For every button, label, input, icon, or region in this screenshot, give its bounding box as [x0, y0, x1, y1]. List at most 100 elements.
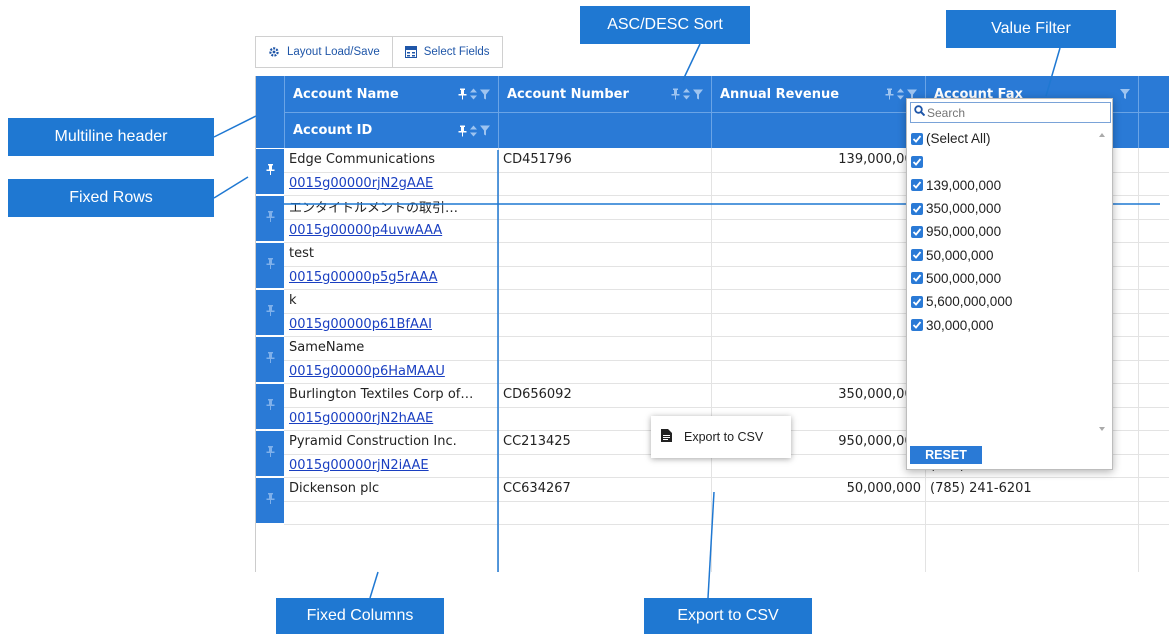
cell-account-name: test: [285, 242, 498, 266]
filter-option[interactable]: 5,600,000,000: [911, 290, 1091, 313]
filter-search-input[interactable]: [927, 105, 1107, 120]
cell-account-id-text[interactable]: 0015g00000p6HaMAAU: [289, 364, 445, 379]
cell-account-name-text: Edge Communications: [289, 152, 436, 168]
cell-account-number: CD451796: [499, 148, 711, 172]
row-pin-button[interactable]: [256, 431, 284, 476]
checkbox-icon[interactable]: [911, 179, 923, 192]
row-pin-button[interactable]: [256, 196, 284, 241]
cell-account-number: CC634267: [499, 477, 711, 501]
row-pin-button[interactable]: [256, 149, 284, 194]
pin-icon[interactable]: [671, 88, 680, 100]
cell-account-id-text[interactable]: 0015g00000rjN2gAAE: [289, 176, 433, 191]
cell-account-name: エンタイトルメントの取引…: [285, 195, 498, 219]
cell-account-number: [499, 289, 711, 313]
filter-option[interactable]: (Select All): [911, 127, 1091, 150]
sort-icon[interactable]: [470, 88, 477, 100]
row-pin-button[interactable]: [256, 243, 284, 288]
row-pin-button[interactable]: [256, 384, 284, 429]
select-fields-button[interactable]: Select Fields: [391, 37, 502, 67]
grid-toolbar: Layout Load/Save Select Fields: [255, 36, 503, 68]
checkbox-icon[interactable]: [911, 132, 923, 145]
header-account-name-label: Account Name: [293, 86, 399, 102]
cell-account-id[interactable]: 0015g00000rjN2gAAE: [285, 172, 498, 196]
cell-account-id[interactable]: 0015g00000rjN2hAAE: [285, 407, 498, 431]
cell-annual-revenue: [712, 289, 925, 313]
sort-icon[interactable]: [897, 88, 904, 100]
filter-option[interactable]: 30,000,000: [911, 313, 1091, 336]
cell-account-name: SameName: [285, 336, 498, 360]
checkbox-icon[interactable]: [911, 249, 923, 262]
callout-fixed-columns: Fixed Columns: [276, 598, 444, 634]
cell-account-name-text: test: [289, 246, 314, 262]
cell-account-number-text: CC213425: [503, 434, 571, 450]
export-context-menu: Export to CSV: [651, 416, 791, 458]
filter-icon[interactable]: [480, 89, 490, 99]
sort-icon[interactable]: [470, 125, 477, 136]
row-pin-button[interactable]: [256, 337, 284, 382]
checkbox-icon[interactable]: [911, 155, 923, 168]
cell-account-name: Edge Communications: [285, 148, 498, 172]
filter-option-label: (Select All): [926, 131, 991, 147]
row-divider: [284, 500, 1169, 502]
filter-search-box: [910, 102, 1111, 123]
cell-account-name-text: Burlington Textiles Corp of…: [289, 387, 474, 403]
header-account-number-label: Account Number: [507, 86, 629, 102]
column-divider: [498, 148, 499, 572]
filter-option[interactable]: 139,000,000: [911, 174, 1091, 197]
header-account-name[interactable]: Account Name: [285, 76, 498, 112]
cell-account-name-text: Dickenson plc: [289, 481, 380, 497]
pin-icon[interactable]: [458, 88, 467, 100]
cell-account-id[interactable]: 0015g00000p61BfAAI: [285, 313, 498, 337]
filter-option[interactable]: 350,000,000: [911, 197, 1091, 220]
filter-option-label: 350,000,000: [926, 201, 1002, 217]
pin-icon: [266, 446, 275, 461]
layout-load-save-button[interactable]: Layout Load/Save: [256, 37, 392, 67]
cell-account-id[interactable]: 0015g00000p4uvwAAA: [285, 219, 498, 243]
header-account-id[interactable]: Account ID: [285, 113, 498, 148]
filter-option[interactable]: 500,000,000: [911, 267, 1091, 290]
cell-account-id[interactable]: 0015g00000p6HaMAAU: [285, 360, 498, 384]
column-divider: [1138, 148, 1139, 572]
cell-account-id[interactable]: [285, 501, 498, 525]
cell-account-id-text[interactable]: 0015g00000p4uvwAAA: [289, 223, 442, 238]
row-pin-button[interactable]: [256, 478, 284, 523]
cell-account-name: Dickenson plc: [285, 477, 498, 501]
checkbox-icon[interactable]: [911, 295, 923, 308]
header-account-number[interactable]: Account Number: [499, 76, 711, 112]
filter-option[interactable]: [911, 150, 1091, 173]
gear-icon: [268, 46, 280, 58]
checkbox-icon[interactable]: [911, 225, 923, 238]
pin-icon: [266, 352, 275, 367]
pin-icon: [266, 493, 275, 508]
cell-account-number: [499, 242, 711, 266]
row-pin-button[interactable]: [256, 290, 284, 335]
filter-icon[interactable]: [1120, 89, 1130, 99]
pin-icon[interactable]: [458, 125, 467, 136]
filter-reset-button[interactable]: RESET: [910, 446, 982, 464]
checkbox-icon[interactable]: [911, 202, 923, 215]
export-to-csv-menu-item[interactable]: Export to CSV: [684, 430, 763, 444]
cell-account-id-text[interactable]: 0015g00000rjN2hAAE: [289, 411, 433, 426]
callout-export-to-csv: Export to CSV: [644, 598, 812, 634]
filter-option[interactable]: 50,000,000: [911, 243, 1091, 266]
pin-icon[interactable]: [885, 88, 894, 100]
cell-annual-revenue: 350,000,000: [712, 383, 925, 407]
cell-account-id-text[interactable]: 0015g00000p61BfAAI: [289, 317, 432, 332]
callout-fixed-rows: Fixed Rows: [8, 179, 214, 217]
filter-option[interactable]: 950,000,000: [911, 220, 1091, 243]
cell-account-id-text[interactable]: 0015g00000p5g5rAAA: [289, 270, 437, 285]
checkbox-icon[interactable]: [911, 272, 923, 285]
cell-account-id-text[interactable]: 0015g00000rjN2iAAE: [289, 458, 429, 473]
filter-icon[interactable]: [693, 89, 703, 99]
filter-icon[interactable]: [480, 125, 490, 136]
cell-account-id[interactable]: 0015g00000p5g5rAAA: [285, 266, 498, 290]
checkbox-icon[interactable]: [911, 319, 923, 332]
cell-account-name-text: k: [289, 293, 297, 309]
layout-load-save-label: Layout Load/Save: [287, 46, 380, 58]
header-annual-revenue[interactable]: Annual Revenue: [712, 76, 925, 112]
select-fields-label: Select Fields: [423, 46, 490, 58]
sort-icon[interactable]: [683, 88, 690, 100]
cell-annual-revenue: [712, 242, 925, 266]
filter-scrollbar[interactable]: [1096, 127, 1108, 437]
cell-account-id[interactable]: 0015g00000rjN2iAAE: [285, 454, 498, 478]
